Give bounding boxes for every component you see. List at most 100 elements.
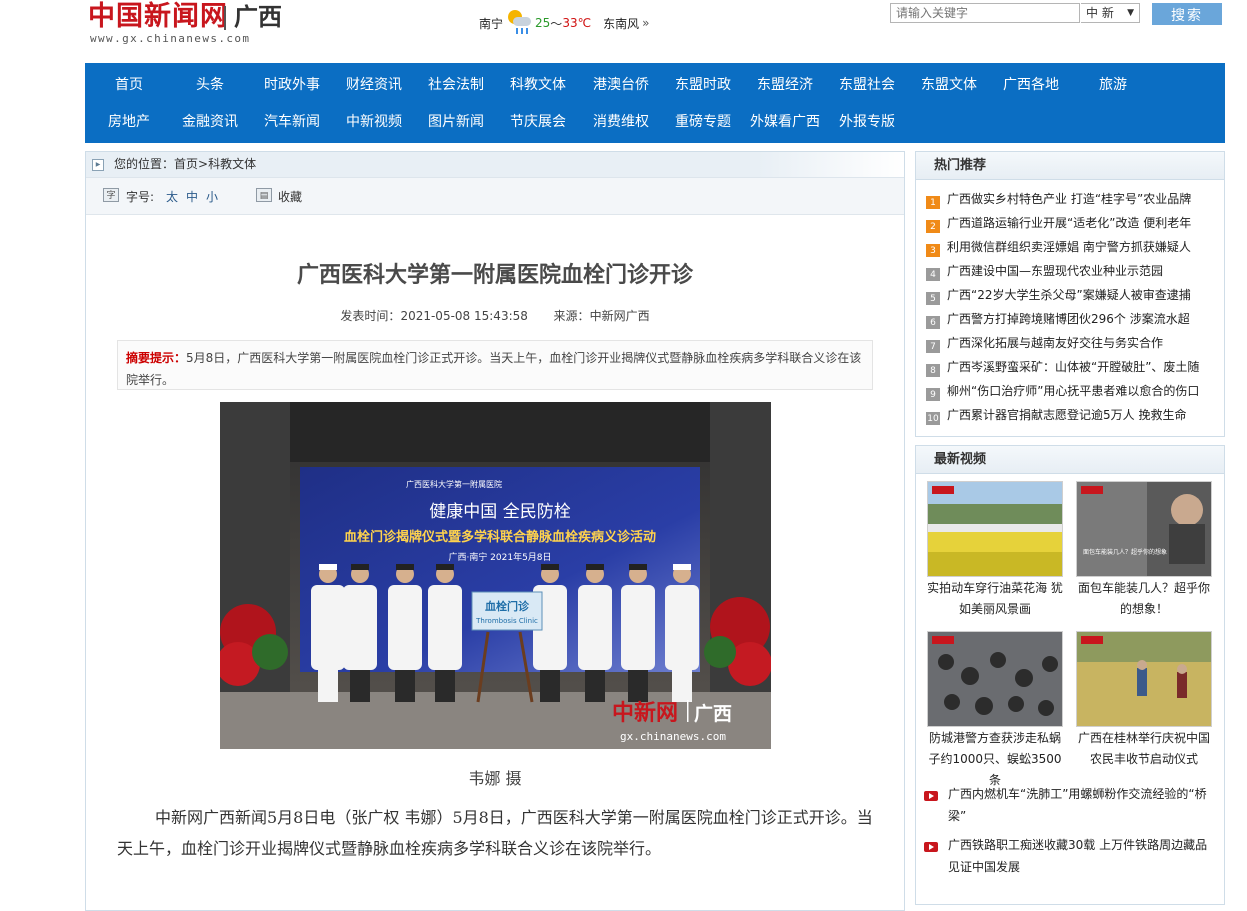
nav-item[interactable]: 消费维权 — [577, 112, 665, 132]
weather-temp-high: 33℃ — [562, 16, 592, 30]
article-panel: ▶ 您的位置：首页>科教文体 字 字号: 太 中 小 ▤ 收藏 广西医科大学第一… — [85, 151, 905, 911]
hot-list-item[interactable]: 8 广西岑溪野蛮采矿：山体被“开膛破肚”、废土随 — [926, 357, 1206, 377]
svg-text:中新网: 中新网 — [612, 700, 678, 726]
nav-item[interactable]: 汽车新闻 — [248, 112, 336, 132]
weather-wind: 东南风 — [603, 16, 640, 31]
nav-item[interactable]: 港澳台侨 — [577, 75, 665, 95]
hot-list-item[interactable]: 4 广西建设中国—东盟现代农业种业示范园 — [926, 261, 1206, 281]
svg-text:广西·南宁 2021年5月8日: 广西·南宁 2021年5月8日 — [448, 551, 551, 563]
weather-temp-low: 25 — [535, 16, 551, 30]
video-title[interactable]: 广西在桂林举行庆祝中国农民丰收节启动仪式 — [1076, 728, 1212, 770]
video-thumbnail[interactable] — [1076, 631, 1212, 727]
nav-item[interactable]: 东盟文体 — [905, 75, 993, 95]
font-size-large-link[interactable]: 太 — [166, 188, 178, 205]
hot-list-item[interactable]: 6 广西警方打掉跨境赌博团伙296个 涉案流水超 — [926, 309, 1206, 329]
nav-item[interactable]: 中新视频 — [330, 112, 418, 132]
video-list-title[interactable]: 广西铁路职工痴迷收藏30载 上万件铁路周边藏品见证中国发展 — [948, 834, 1214, 878]
nav-item[interactable]: 科教文体 — [494, 75, 582, 95]
hot-recommend-box: 热门推荐 1 广西做实乡村特色产业 打造“桂字号”农业品牌 2 广西道路运输行业开展“… — [915, 151, 1225, 437]
video-list-title[interactable]: 广西内燃机车“洗肺工”用螺蛳粉作交流经验的“桥梁” — [948, 783, 1214, 827]
weather-rain-icon — [505, 8, 533, 38]
nav-item[interactable]: 东盟经济 — [741, 75, 829, 95]
weather-temp-sep: ～ — [550, 16, 563, 31]
hot-list-item[interactable]: 10 广西累计器官捐献志愿登记逾5万人 挽救生命 — [926, 405, 1206, 425]
nav-item[interactable]: 外媒看广西 — [741, 112, 829, 132]
nav-item[interactable]: 财经资讯 — [330, 75, 418, 95]
hot-list-item[interactable]: 3 利用微信群组织卖淫嫖娼 南宁警方抓获嫌疑人 — [926, 237, 1206, 257]
hot-list-link[interactable]: 广西警方打掉跨境赌博团伙296个 涉案流水超 — [947, 312, 1190, 326]
breadcrumb-separator: > — [198, 157, 209, 171]
latest-video-title: 最新视频 — [934, 452, 987, 467]
font-size-icon: 字 — [103, 188, 119, 202]
svg-text:健康中国 全民防栓: 健康中国 全民防栓 — [429, 502, 570, 522]
latest-video-box: 最新视频 实拍动车穿行油菜花海 犹如美丽风景画 面包车能装几人？超乎你的想象 面… — [915, 445, 1225, 905]
breadcrumb-prefix: 您的位置： — [114, 157, 175, 171]
nav-item[interactable]: 社会法制 — [412, 75, 500, 95]
video-thumbnail[interactable] — [927, 631, 1063, 727]
nav-item[interactable]: 金融资讯 — [166, 112, 254, 132]
video-thumb-van: 面包车能装几人？超乎你的想象 — [1077, 482, 1211, 576]
video-thumbnail[interactable] — [927, 481, 1063, 577]
favorite-icon[interactable]: ▤ — [256, 188, 272, 202]
hot-list-item[interactable]: 5 广西“22岁大学生杀父母”案嫌疑人被审查逮捕 — [926, 285, 1206, 305]
rank-badge: 2 — [926, 220, 940, 233]
svg-text:Thrombosis Clinic: Thrombosis Clinic — [475, 617, 538, 625]
rank-badge: 1 — [926, 196, 940, 209]
hot-list-link[interactable]: 广西建设中国—东盟现代农业种业示范园 — [947, 264, 1163, 278]
video-icon — [924, 842, 938, 852]
hot-list-item[interactable]: 9 柳州“伤口治疗师”用心抚平患者难以愈合的伤口 — [926, 381, 1206, 401]
hot-list-link[interactable]: 广西深化拓展与越南友好交往与务实合作 — [947, 336, 1163, 350]
nav-item[interactable]: 东盟社会 — [823, 75, 911, 95]
hot-list-link[interactable]: 柳州“伤口治疗师”用心抚平患者难以愈合的伤口 — [947, 384, 1199, 398]
hot-list-item[interactable]: 7 广西深化拓展与越南友好交往与务实合作 — [926, 333, 1206, 353]
latest-video-header: 最新视频 — [916, 446, 1224, 474]
video-icon — [924, 791, 938, 801]
video-title[interactable]: 面包车能装几人？超乎你的想象！ — [1076, 578, 1212, 620]
hot-list-link[interactable]: 广西道路运输行业开展“适老化”改造 便利老年 — [947, 216, 1191, 230]
hot-list-link[interactable]: 利用微信群组织卖淫嫖娼 南宁警方抓获嫌疑人 — [947, 240, 1191, 254]
article-title: 广西医科大学第一附属医院血栓门诊开诊 — [296, 263, 693, 288]
search-button[interactable]: 搜索 — [1152, 3, 1222, 25]
logo-region: 广西 — [234, 3, 282, 31]
nav-item[interactable]: 时政外事 — [248, 75, 336, 95]
hot-list-link[interactable]: 广西“22岁大学生杀父母”案嫌疑人被审查逮捕 — [947, 288, 1191, 302]
hot-list-item[interactable]: 1 广西做实乡村特色产业 打造“桂字号”农业品牌 — [926, 189, 1206, 209]
search-input[interactable] — [890, 3, 1080, 23]
summary-label: 摘要提示： — [126, 351, 187, 365]
nav-item[interactable]: 外报专版 — [823, 112, 911, 132]
svg-text:血栓门诊: 血栓门诊 — [485, 599, 530, 613]
nav-item[interactable]: 节庆展会 — [494, 112, 582, 132]
hot-list-link[interactable]: 广西岑溪野蛮采矿：山体被“开膛破肚”、废土随 — [947, 360, 1199, 374]
source-label: 来源： — [553, 309, 590, 323]
favorite-link[interactable]: 收藏 — [278, 188, 302, 205]
source-name: 中新网广西 — [589, 309, 650, 323]
hot-list-link[interactable]: 广西做实乡村特色产业 打造“桂字号”农业品牌 — [947, 192, 1191, 206]
nav-item[interactable]: 重磅专题 — [659, 112, 747, 132]
search-scope-select[interactable]: 中 新 ▼ — [1081, 3, 1140, 23]
video-title[interactable]: 防城港警方查获涉走私蜗子约1000只、蜈蚣3500条 — [927, 728, 1063, 791]
hot-list-link[interactable]: 广西累计器官捐献志愿登记逾5万人 挽救生命 — [947, 408, 1186, 422]
breadcrumb-home-link[interactable]: 首页 — [174, 157, 198, 171]
nav-item[interactable]: 东盟时政 — [659, 75, 747, 95]
hot-list-item[interactable]: 2 广西道路运输行业开展“适老化”改造 便利老年 — [926, 213, 1206, 233]
breadcrumb-section-link[interactable]: 科教文体 — [208, 157, 256, 171]
rank-badge: 5 — [926, 292, 940, 305]
font-size-medium-link[interactable]: 中 — [186, 188, 198, 205]
rank-badge: 10 — [926, 412, 940, 425]
article-photo[interactable]: 广西医科大学第一附属医院 健康中国 全民防栓 血栓门诊揭牌仪式暨多学科联合静脉血… — [220, 402, 771, 749]
nav-item[interactable]: 头条 — [166, 75, 254, 95]
logo-divider — [224, 6, 226, 30]
nav-item[interactable]: 广西各地 — [987, 75, 1075, 95]
nav-item[interactable]: 图片新闻 — [412, 112, 500, 132]
rank-badge: 4 — [926, 268, 940, 281]
nav-item[interactable]: 房地产 — [85, 112, 173, 132]
logo-url: www.gx.chinanews.com — [90, 32, 251, 45]
site-logo[interactable]: 中国新闻网 广西 www.gx.chinanews.com — [88, 2, 288, 46]
nav-item[interactable]: 首页 — [85, 75, 173, 95]
weather-widget[interactable]: 南宁 25 ～ 33℃ 东南风 » — [479, 8, 649, 38]
video-title[interactable]: 实拍动车穿行油菜花海 犹如美丽风景画 — [927, 578, 1063, 620]
weather-more-icon[interactable]: » — [642, 16, 649, 30]
video-thumbnail[interactable]: 面包车能装几人？超乎你的想象 — [1076, 481, 1212, 577]
nav-item[interactable]: 旅游 — [1069, 75, 1157, 95]
font-size-small-link[interactable]: 小 — [206, 188, 218, 205]
